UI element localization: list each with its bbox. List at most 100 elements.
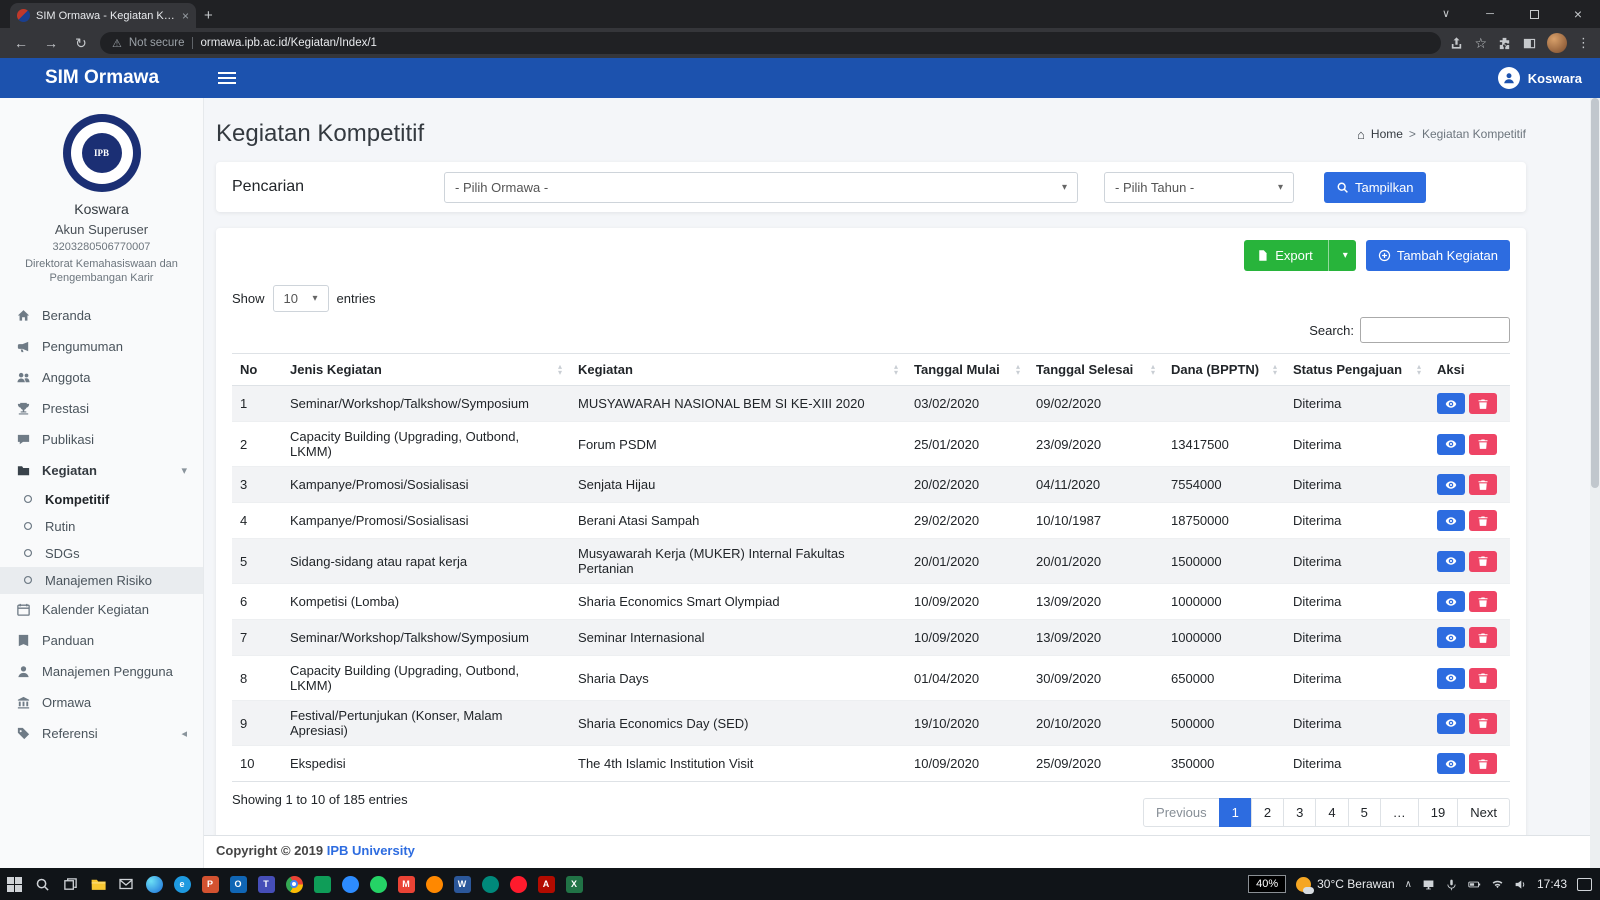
maximize-button[interactable] — [1512, 0, 1556, 28]
file-explorer-icon[interactable] — [84, 868, 112, 900]
view-button[interactable] — [1437, 433, 1465, 455]
browser-menu-icon[interactable]: ⋮ — [1577, 35, 1590, 51]
pagination-page-4[interactable]: 4 — [1315, 798, 1349, 827]
delete-button[interactable] — [1469, 510, 1497, 531]
pagination-page-5[interactable]: 5 — [1347, 798, 1381, 827]
browser-tab[interactable]: SIM Ormawa - Kegiatan Kompet × — [10, 3, 196, 28]
delete-button[interactable] — [1469, 753, 1497, 774]
internet-explorer-icon[interactable]: e — [168, 868, 196, 900]
pagination-next[interactable]: Next — [1457, 798, 1510, 827]
sidebar-item-rutin[interactable]: Rutin — [0, 513, 203, 540]
sidebar-toggle-icon[interactable] — [218, 72, 236, 84]
sidebar-item-referensi[interactable]: Referensi ◂ — [0, 718, 203, 749]
teams-icon[interactable]: T — [252, 868, 280, 900]
excel-icon[interactable]: X — [560, 868, 588, 900]
powerpoint-icon[interactable]: P — [196, 868, 224, 900]
view-button[interactable] — [1437, 627, 1465, 648]
close-button[interactable]: × — [1556, 0, 1600, 28]
battery-percent-badge[interactable]: 40% — [1248, 875, 1287, 893]
outlook-icon[interactable]: O — [224, 868, 252, 900]
sidebar-item-panduan[interactable]: Panduan — [0, 625, 203, 656]
tahun-select[interactable]: - Pilih Tahun - ▾ — [1104, 171, 1294, 203]
breadcrumb-home[interactable]: Home — [1371, 127, 1403, 141]
back-icon[interactable]: ← — [10, 35, 32, 51]
sidebar-item-beranda[interactable]: Beranda — [0, 300, 203, 331]
url-text[interactable]: ormawa.ipb.ac.id/Kegiatan/Index/1 — [200, 37, 376, 49]
address-bar[interactable]: ⚠ Not secure ormawa.ipb.ac.id/Kegiatan/I… — [100, 32, 1442, 54]
brand-title[interactable]: SIM Ormawa — [0, 67, 204, 89]
action-center-icon[interactable] — [1577, 877, 1592, 891]
delete-button[interactable] — [1469, 433, 1497, 455]
col-status[interactable]: Status Pengajuan ▴ ▾ — [1285, 353, 1429, 386]
delete-button[interactable] — [1469, 591, 1497, 612]
table-search-input[interactable] — [1360, 317, 1510, 343]
tab-close-icon[interactable]: × — [182, 9, 189, 23]
monitor-icon[interactable] — [1422, 878, 1435, 891]
view-button[interactable] — [1437, 474, 1465, 495]
sidebar-item-kalender[interactable]: Kalender Kegiatan — [0, 594, 203, 625]
vlc-icon[interactable] — [420, 868, 448, 900]
sidebar-item-kegiatan[interactable]: Kegiatan ▾ — [0, 455, 203, 486]
edge-icon[interactable] — [140, 868, 168, 900]
scrollbar-thumb[interactable] — [1591, 98, 1599, 488]
mic-icon[interactable] — [1445, 878, 1458, 891]
reload-icon[interactable]: ↻ — [70, 35, 92, 52]
sidebar-item-prestasi[interactable]: Prestasi — [0, 393, 203, 424]
task-view-icon[interactable] — [56, 868, 84, 900]
col-jenis[interactable]: Jenis Kegiatan ▴ ▾ — [282, 353, 570, 386]
pagination-page-3[interactable]: 3 — [1283, 798, 1317, 827]
sidebar-item-anggota[interactable]: Anggota — [0, 362, 203, 393]
sidebar-item-sdgs[interactable]: SDGs — [0, 540, 203, 567]
sidebar-item-publikasi[interactable]: Publikasi — [0, 424, 203, 455]
col-kegiatan[interactable]: Kegiatan ▴ ▾ — [570, 353, 906, 386]
tambah-kegiatan-button[interactable]: Tambah Kegiatan — [1365, 240, 1510, 271]
side-panel-icon[interactable] — [1522, 36, 1537, 51]
sidebar-item-pengumuman[interactable]: Pengumuman — [0, 331, 203, 362]
wifi-icon[interactable] — [1491, 878, 1504, 891]
clock[interactable]: 17:43 — [1537, 877, 1567, 891]
page-scrollbar[interactable] — [1590, 98, 1600, 868]
forward-icon[interactable]: → — [40, 35, 62, 51]
weather-widget[interactable]: 30°C Berawan — [1296, 876, 1395, 894]
mail-icon[interactable] — [112, 868, 140, 900]
battery-icon[interactable] — [1468, 878, 1481, 891]
bookmark-star-icon[interactable]: ☆ — [1474, 35, 1487, 52]
pagination-previous[interactable]: Previous — [1143, 798, 1220, 827]
delete-button[interactable] — [1469, 550, 1497, 572]
view-button[interactable] — [1437, 712, 1465, 734]
ipb-university-link[interactable]: IPB University — [327, 843, 415, 858]
share-icon[interactable] — [1449, 36, 1464, 51]
pagination-page-2[interactable]: 2 — [1250, 798, 1285, 827]
word-icon[interactable]: W — [448, 868, 476, 900]
pagination-page-19[interactable]: 19 — [1417, 798, 1459, 827]
sidebar-item-manajemen-pengguna[interactable]: Manajemen Pengguna — [0, 656, 203, 687]
delete-button[interactable] — [1469, 712, 1497, 734]
hidden-icons-caret[interactable]: ∧ — [1405, 879, 1412, 890]
page-length-select[interactable]: 10 ▾ — [272, 285, 329, 312]
sheets-icon[interactable] — [308, 868, 336, 900]
not-secure-label[interactable]: Not secure — [129, 37, 194, 49]
new-tab-button[interactable]: + — [204, 7, 213, 24]
zoom-icon[interactable] — [336, 868, 364, 900]
delete-button[interactable] — [1469, 627, 1497, 648]
acrobat-icon[interactable]: A — [532, 868, 560, 900]
sidebar-item-ormawa[interactable]: Ormawa — [0, 687, 203, 718]
view-button[interactable] — [1437, 550, 1465, 572]
taskbar-search-icon[interactable] — [28, 868, 56, 900]
tab-search-icon[interactable]: ∨ — [1424, 0, 1468, 28]
caret-down-icon[interactable]: ▾ — [1335, 250, 1356, 261]
sidebar-item-kompetitif[interactable]: Kompetitif — [0, 486, 203, 513]
browser-profile-avatar[interactable] — [1547, 33, 1567, 53]
sidebar-item-manajemen-risiko[interactable]: Manajemen Risiko — [0, 566, 203, 594]
meet-icon[interactable] — [476, 868, 504, 900]
col-dana[interactable]: Dana (BPPTN) ▴ ▾ — [1163, 353, 1285, 386]
opera-icon[interactable] — [504, 868, 532, 900]
minimize-button[interactable]: ─ — [1468, 0, 1512, 28]
view-button[interactable] — [1437, 393, 1465, 414]
delete-button[interactable] — [1469, 393, 1497, 414]
gmail-icon[interactable]: M — [392, 868, 420, 900]
delete-button[interactable] — [1469, 474, 1497, 495]
view-button[interactable] — [1437, 591, 1465, 612]
header-user-menu[interactable]: Koswara — [1497, 67, 1582, 89]
whatsapp-icon[interactable] — [364, 868, 392, 900]
